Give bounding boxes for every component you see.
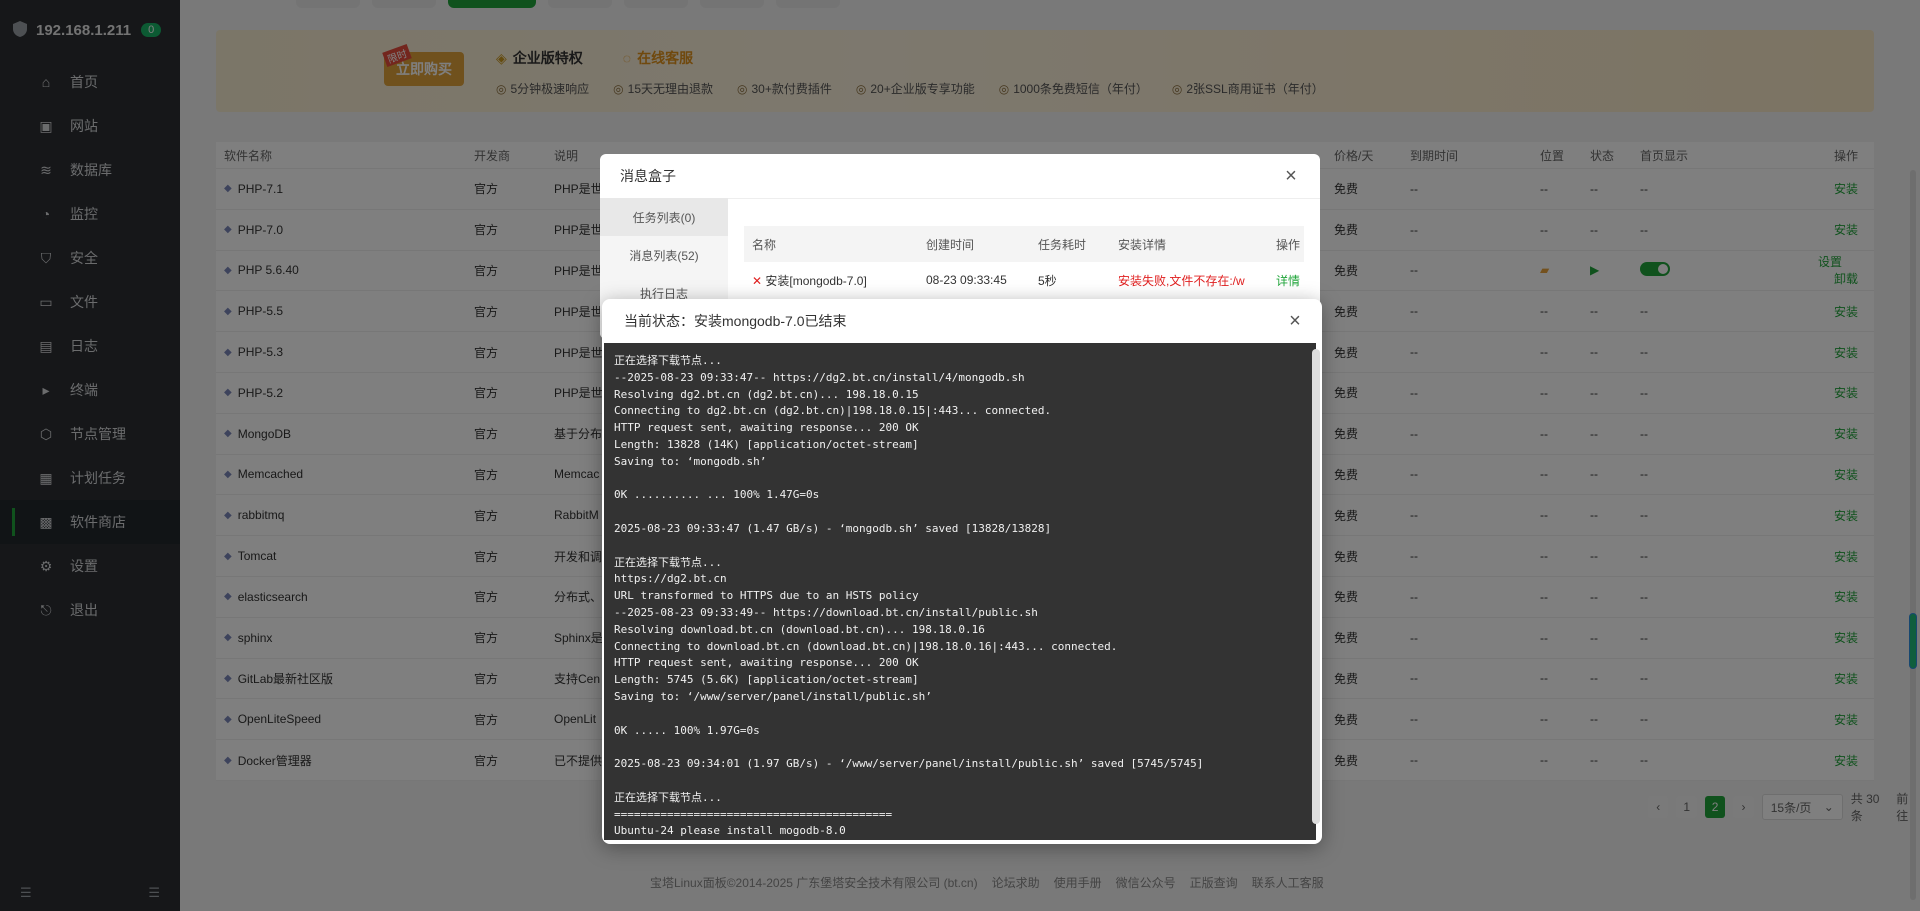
tab-message-list[interactable]: 消息列表(52) [600,236,728,274]
task-detail-link[interactable]: 详情 [1276,272,1304,289]
log-output: 正在选择下载节点... --2025-08-23 09:33:47-- http… [604,343,1316,840]
task-table: 名称 创建时间 任务耗时 安装详情 操作 ✕ 安装[mongodb-7.0] 0… [744,226,1304,298]
th-time: 创建时间 [926,237,975,252]
close-icon[interactable]: × [1286,310,1304,332]
fail-icon: ✕ [752,273,763,288]
th-op: 操作 [1276,237,1301,252]
task-time: 08-23 09:33:45 [926,273,1007,287]
install-log-dialog: 当前状态：安装mongodb-7.0已结束 × 正在选择下载节点... --20… [602,299,1322,844]
task-detail: 安装失败,文件不存在:/w [1118,273,1245,288]
task-row: ✕ 安装[mongodb-7.0] 08-23 09:33:45 5秒 安装失败… [744,262,1304,298]
task-name: 安装[mongodb-7.0] [765,273,867,288]
th-name: 名称 [752,237,777,252]
msgbox-title: 消息盒子 [620,168,676,184]
th-duration: 任务耗时 [1038,237,1087,252]
log-scrollbar[interactable] [1312,349,1320,824]
task-duration: 5秒 [1038,273,1057,288]
tab-task-list[interactable]: 任务列表(0) [600,198,728,236]
task-table-header: 名称 创建时间 任务耗时 安装详情 操作 [744,226,1304,262]
th-detail: 安装详情 [1118,237,1167,252]
close-icon[interactable]: × [1282,165,1300,187]
log-title: 当前状态：安装mongodb-7.0已结束 [624,313,847,329]
